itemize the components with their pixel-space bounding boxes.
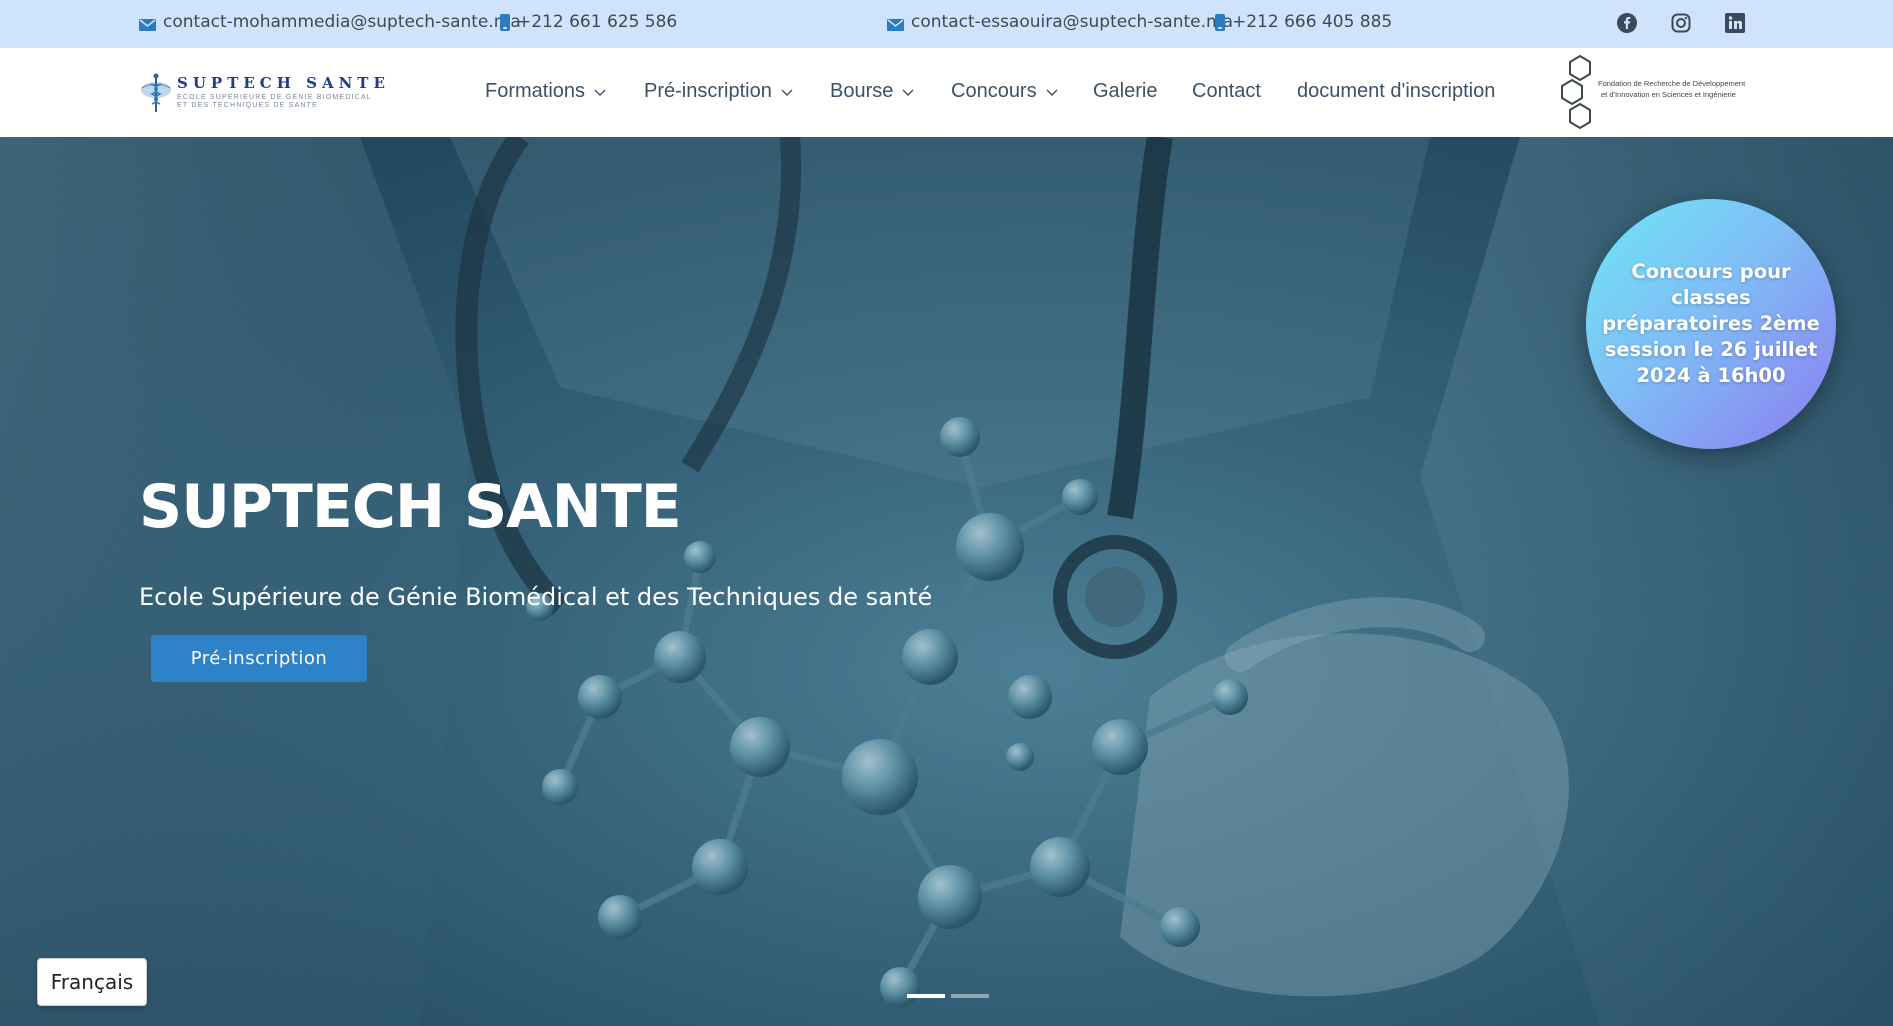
linkedin-icon[interactable] — [1723, 11, 1747, 35]
pre-inscription-button[interactable]: Pré-inscription — [151, 635, 367, 682]
nav-item-label: Bourse — [830, 80, 894, 102]
contact-phone-mohammedia[interactable]: +212 661 625 586 — [500, 12, 677, 32]
nav-item-formations[interactable]: Formations — [485, 80, 606, 103]
partner-name: Fondation de Recherche de Développement … — [1598, 78, 1745, 100]
mail-icon — [139, 16, 156, 31]
hero-title: SUPTECH SANTE — [139, 472, 682, 542]
phone-icon — [1215, 13, 1225, 31]
top-contact-bar: contact-mohammedia@suptech-sante.ma +212… — [0, 0, 1893, 48]
contact-phone-text: +212 666 405 885 — [1232, 12, 1393, 32]
nav-item-pre-inscription[interactable]: Pré-inscription — [644, 80, 793, 103]
contact-email-essaouira[interactable]: contact-essaouira@suptech-sante.ma — [887, 12, 1233, 32]
phone-icon — [500, 13, 510, 31]
chevron-down-icon — [902, 80, 914, 103]
contact-phone-essaouira[interactable]: +212 666 405 885 — [1215, 12, 1392, 32]
partner-logo[interactable]: Fondation de Recherche de Développement … — [1560, 52, 1750, 132]
partner-name-line2: et d'Innovation en Sciences et Ingénieri… — [1601, 90, 1736, 99]
nav-item-galerie[interactable]: Galerie — [1093, 80, 1157, 103]
instagram-icon[interactable] — [1669, 11, 1693, 35]
slide-indicator-1[interactable] — [907, 994, 945, 998]
site-logo[interactable]: SUPTECH SANTE ECOLE SUPERIEURE DE GENIE … — [139, 70, 389, 116]
nav-item-label: document d'inscription — [1297, 80, 1496, 102]
brand-subtitle-line1: ECOLE SUPERIEURE DE GENIE BIOMEDICAL — [177, 94, 372, 101]
contact-email-text: contact-mohammedia@suptech-sante.ma — [163, 12, 521, 32]
mail-icon — [887, 16, 904, 31]
hero-slider: SUPTECH SANTE Ecole Supérieure de Génie … — [0, 137, 1893, 1026]
contact-email-text: contact-essaouira@suptech-sante.ma — [911, 12, 1234, 32]
nav-item-contact[interactable]: Contact — [1192, 80, 1261, 103]
caduceus-logo-icon — [141, 73, 171, 112]
chevron-down-icon — [781, 80, 793, 103]
hero-subtitle: Ecole Supérieure de Génie Biomédical et … — [139, 583, 933, 611]
brand-title: SUPTECH SANTE — [177, 74, 390, 92]
chevron-down-icon — [1046, 80, 1058, 103]
badge-text: Concours pour classes préparatoires 2ème… — [1602, 260, 1820, 387]
partner-name-line1: Fondation de Recherche de Développement — [1598, 79, 1746, 88]
nav-item-bourse[interactable]: Bourse — [830, 80, 914, 103]
nav-item-concours[interactable]: Concours — [951, 80, 1058, 103]
nav-item-label: Concours — [951, 80, 1037, 102]
brand-subtitle-line2: ET DES TECHNIQUES DE SANTE — [177, 102, 319, 109]
main-navbar: SUPTECH SANTE ECOLE SUPERIEURE DE GENIE … — [0, 48, 1893, 137]
slider-indicators — [907, 994, 989, 998]
concours-announcement-badge[interactable]: Concours pour classes préparatoires 2ème… — [1586, 199, 1836, 449]
brand-subtitle: ECOLE SUPERIEURE DE GENIE BIOMEDICAL ET … — [177, 94, 372, 110]
nav-item-label: Formations — [485, 80, 586, 102]
contact-email-mohammedia[interactable]: contact-mohammedia@suptech-sante.ma — [139, 12, 521, 32]
slide-indicator-2[interactable] — [951, 994, 989, 998]
nav-item-document-inscription[interactable]: document d'inscription — [1297, 80, 1495, 103]
nav-item-label: Contact — [1192, 80, 1261, 102]
language-switcher[interactable]: Français — [37, 958, 147, 1006]
nav-item-label: Galerie — [1093, 80, 1158, 102]
contact-phone-text: +212 661 625 586 — [517, 12, 678, 32]
nav-item-label: Pré-inscription — [644, 80, 772, 102]
chevron-down-icon — [594, 80, 606, 103]
facebook-icon[interactable] — [1615, 11, 1639, 35]
hexagon-chain-logo-icon — [1561, 54, 1591, 130]
